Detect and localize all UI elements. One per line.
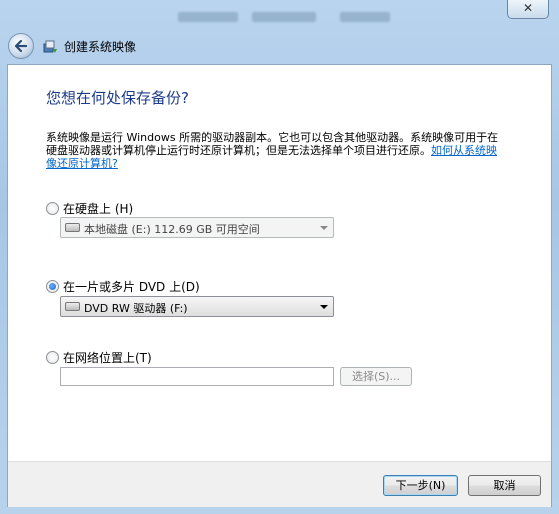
wizard-footer: 下一步(N) 取消 — [8, 461, 551, 507]
title-bar: ✕ — [0, 0, 559, 30]
hard-disk-dropdown[interactable]: 本地磁盘 (E:) 112.69 GB 可用空间 — [60, 217, 334, 238]
network-path-input[interactable] — [60, 367, 334, 386]
wizard-content: 您想在何处保存备份? 系统映像是运行 Windows 所需的驱动器副本。它也可以… — [7, 64, 552, 507]
window-frame: ✕ 创建系统映像 您想在何处保存备份? 系统映像是运行 Windows 所需的驱… — [0, 0, 559, 514]
hard-disk-label: 在硬盘上 (H) — [63, 202, 134, 216]
page-heading: 您想在何处保存备份? — [46, 89, 189, 107]
close-icon: ✕ — [522, 1, 534, 15]
back-arrow-icon — [14, 39, 28, 53]
chevron-down-icon — [320, 226, 328, 230]
dvd-selected: DVD RW 驱动器 (F:) — [84, 302, 188, 315]
hard-disk-radio[interactable] — [46, 202, 59, 215]
description: 系统映像是运行 Windows 所需的驱动器副本。它也可以包含其他驱动器。系统映… — [46, 131, 506, 170]
blurred-title-segment — [178, 12, 238, 22]
dvd-label: 在一片或多片 DVD 上(D) — [63, 280, 200, 294]
cancel-button[interactable]: 取消 — [468, 475, 541, 496]
network-label: 在网络位置上(T) — [63, 351, 152, 365]
dvd-radio[interactable] — [46, 280, 59, 293]
dvd-dropdown[interactable]: DVD RW 驱动器 (F:) — [60, 296, 334, 317]
network-radio[interactable] — [46, 351, 59, 364]
dvd-option[interactable]: 在一片或多片 DVD 上(D) — [46, 278, 200, 295]
blurred-title-segment — [340, 12, 390, 22]
chevron-down-icon — [320, 305, 328, 309]
close-button[interactable]: ✕ — [507, 0, 549, 19]
backup-app-icon — [43, 40, 57, 53]
hard-drive-icon — [65, 223, 80, 232]
wizard-title: 创建系统映像 — [64, 40, 137, 54]
hard-disk-option[interactable]: 在硬盘上 (H) — [46, 200, 133, 217]
back-button[interactable] — [8, 33, 34, 59]
dvd-drive-icon — [65, 302, 80, 311]
next-button[interactable]: 下一步(N) — [383, 475, 458, 496]
network-option[interactable]: 在网络位置上(T) — [46, 349, 152, 366]
navigation-bar: 创建系统映像 — [0, 30, 559, 64]
select-network-button[interactable]: 选择(S)... — [340, 367, 412, 386]
hard-disk-selected: 本地磁盘 (E:) 112.69 GB 可用空间 — [84, 223, 260, 236]
blurred-title-segment — [252, 12, 316, 22]
